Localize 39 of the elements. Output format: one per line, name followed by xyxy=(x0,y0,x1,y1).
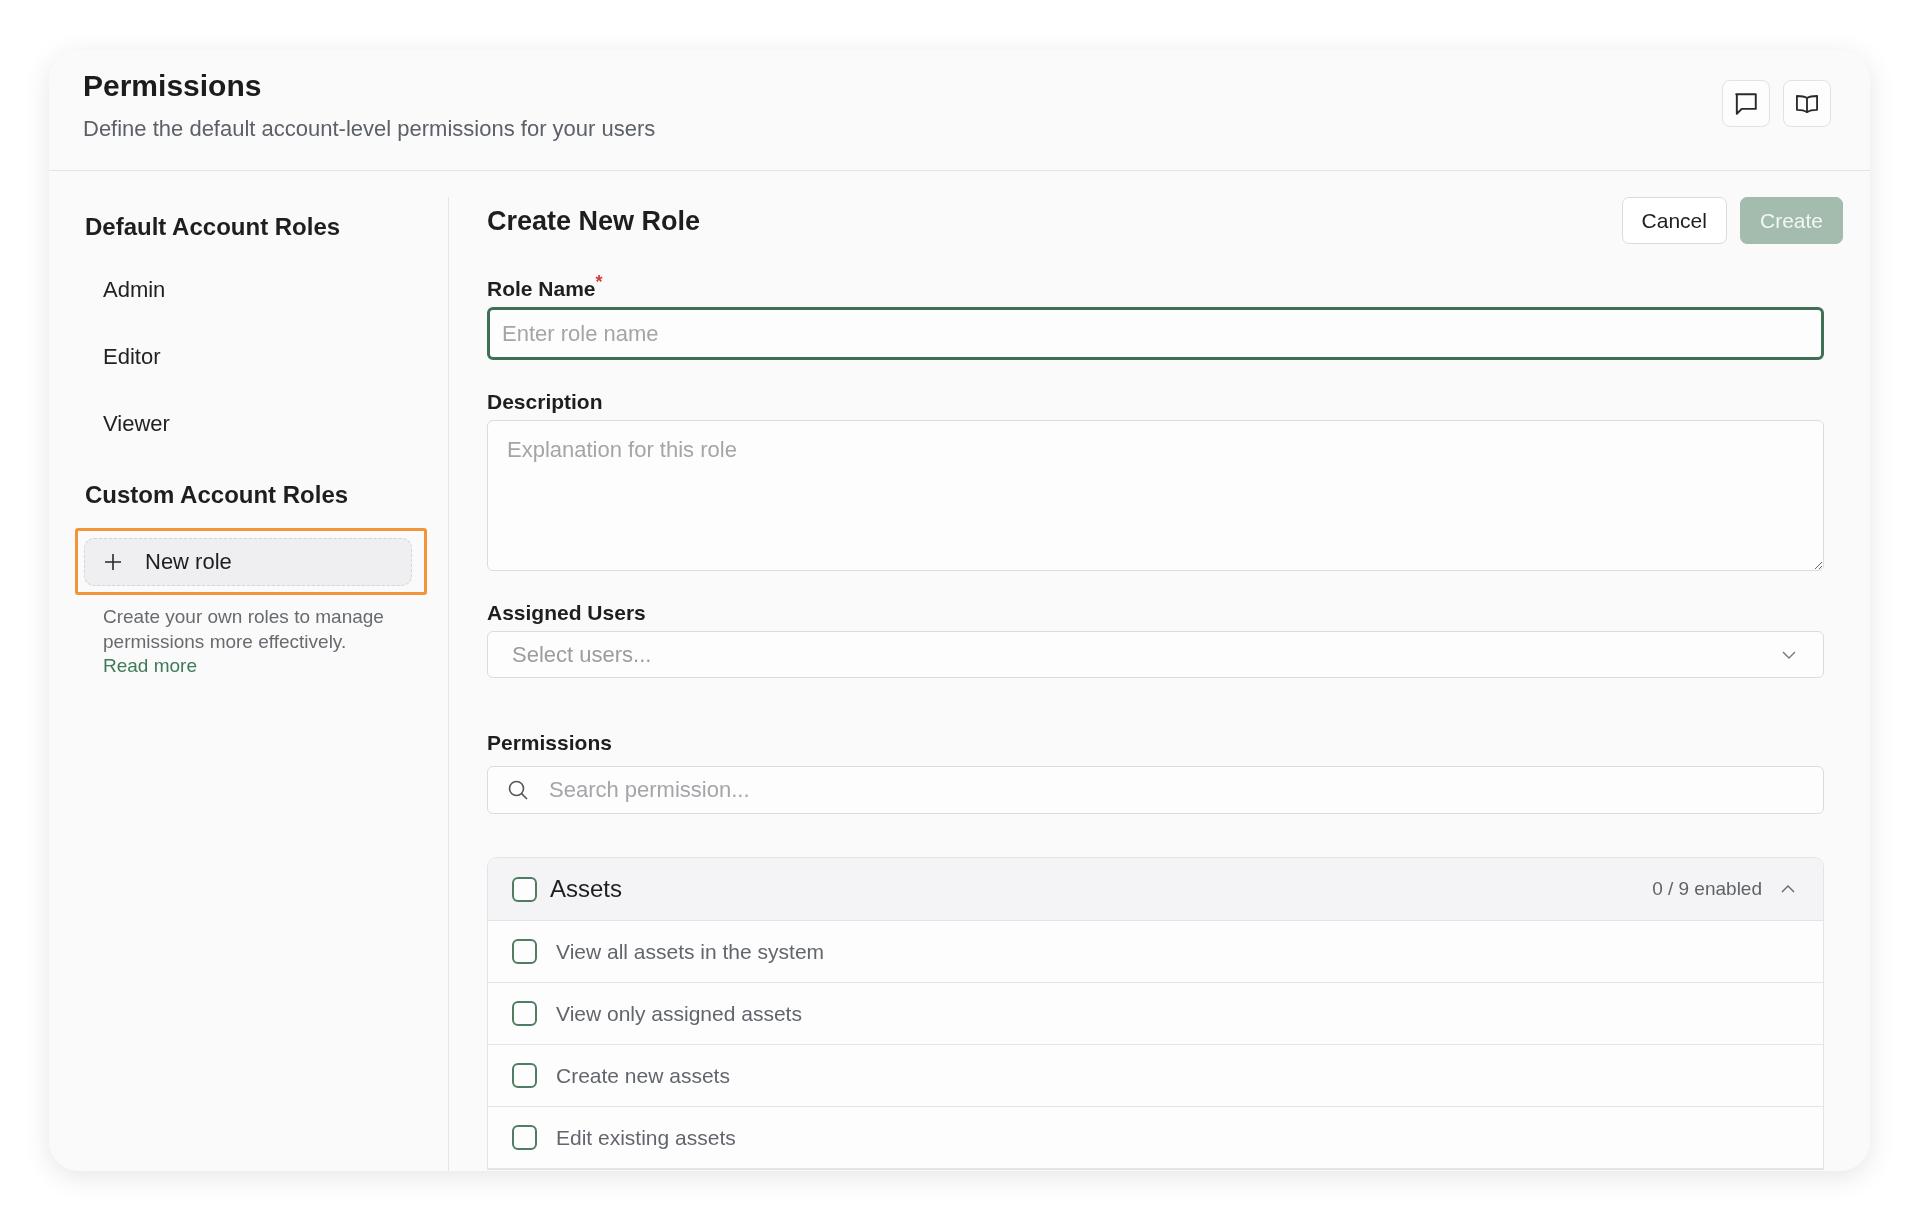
speech-bubble-icon xyxy=(1735,92,1757,115)
field-label: Role Name$^{*}$ xyxy=(487,275,604,302)
section-heading: Custom Account Roles xyxy=(85,480,349,510)
description-textarea[interactable]: Explanation for this role xyxy=(487,420,1824,571)
enabled-count: 0 / 9 enabled xyxy=(1652,878,1762,900)
checkbox[interactable] xyxy=(512,876,537,902)
role-item[interactable]: Viewer xyxy=(85,390,412,457)
role-item[interactable]: Admin xyxy=(85,256,412,323)
new-role-button[interactable]: New role xyxy=(84,538,412,586)
role-name-input[interactable]: Enter role name xyxy=(487,307,1824,360)
checkbox[interactable] xyxy=(512,1001,537,1026)
book-icon xyxy=(1796,94,1818,113)
search-field[interactable]: Search permission... xyxy=(487,766,1824,814)
read-more-link[interactable]: Read more xyxy=(103,654,197,678)
cancel-button[interactable]: Cancel xyxy=(1621,197,1727,244)
group-name: Assets xyxy=(550,875,624,903)
field-label: Permissions xyxy=(487,730,613,756)
plus-icon xyxy=(105,554,121,570)
checkbox[interactable] xyxy=(512,939,537,964)
group-header[interactable]: Assets 0 / 9 enabled xyxy=(488,858,1823,921)
role-item[interactable]: Editor xyxy=(85,323,412,390)
permission-label: Edit existing assets xyxy=(556,1125,736,1150)
help-text: Create your own roles to manage permissions more effectively. xyxy=(103,605,385,654)
comment-button[interactable] xyxy=(1722,80,1770,127)
chevron-down-icon xyxy=(1782,650,1796,659)
page-title: Permissions xyxy=(83,68,263,104)
checkbox[interactable] xyxy=(512,1125,537,1150)
field-label: Description xyxy=(487,389,604,415)
field-label: Assigned Users xyxy=(487,600,647,626)
section-heading: Default Account Roles xyxy=(85,212,341,242)
permission-label: View all assets in the system xyxy=(556,939,825,964)
form-title: Create New Role xyxy=(487,204,701,238)
permission-label: Create new assets xyxy=(556,1063,730,1088)
checkbox[interactable] xyxy=(512,1063,537,1088)
chevron-up-icon[interactable] xyxy=(1781,885,1795,893)
search-icon xyxy=(508,780,528,800)
permission-label: View only assigned assets xyxy=(556,1001,802,1026)
book-button[interactable] xyxy=(1783,80,1831,127)
page-subtitle: Define the default account-level permissions for your users xyxy=(83,115,656,143)
